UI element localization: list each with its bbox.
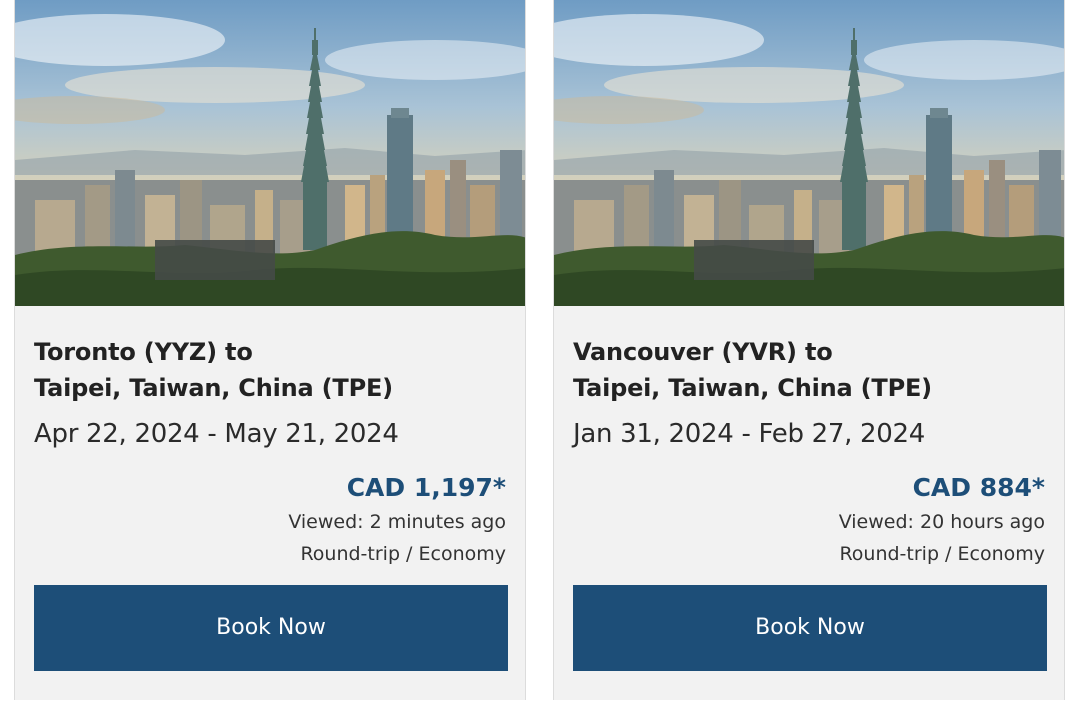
book-now-button[interactable]: Book Now [573, 585, 1047, 671]
taipei-skyline-photo[interactable] [554, 0, 1064, 306]
fare-price: CAD 1,197* [346, 473, 506, 502]
fare-price: CAD 884* [912, 473, 1045, 502]
route-origin: Vancouver (YVR) to [573, 338, 833, 366]
flight-deal-card: Vancouver (YVR) to Taipei, Taiwan, China… [553, 0, 1065, 700]
flight-deal-card: Toronto (YYZ) to Taipei, Taiwan, China (… [14, 0, 526, 700]
viewed-timestamp: Viewed: 20 hours ago [838, 511, 1045, 533]
taipei-skyline-image [554, 0, 1064, 306]
route-title: Toronto (YYZ) to Taipei, Taiwan, China (… [34, 334, 393, 406]
taipei-skyline-image [15, 0, 525, 306]
travel-dates: Apr 22, 2024 - May 21, 2024 [34, 419, 399, 449]
taipei-skyline-photo[interactable] [15, 0, 525, 306]
route-destination: Taipei, Taiwan, China (TPE) [573, 374, 932, 402]
viewed-timestamp: Viewed: 2 minutes ago [288, 511, 506, 533]
route-title: Vancouver (YVR) to Taipei, Taiwan, China… [573, 334, 932, 406]
route-origin: Toronto (YYZ) to [34, 338, 253, 366]
trip-type: Round-trip / Economy [300, 543, 506, 565]
travel-dates: Jan 31, 2024 - Feb 27, 2024 [573, 419, 926, 449]
route-destination: Taipei, Taiwan, China (TPE) [34, 374, 393, 402]
book-now-button[interactable]: Book Now [34, 585, 508, 671]
trip-type: Round-trip / Economy [839, 543, 1045, 565]
